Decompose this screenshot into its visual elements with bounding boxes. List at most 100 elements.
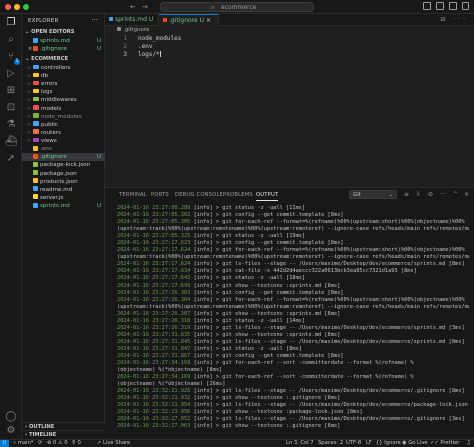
log-line: 2024-01-16 23:32:21.926 [info] > git ls-…: [117, 388, 469, 395]
remote-indicator-icon[interactable]: ⟩⟨: [0, 440, 9, 447]
live-share-indicator[interactable]: ➚ Live Share: [97, 440, 130, 447]
output-channel-select[interactable]: Git ⌄: [349, 190, 397, 199]
tab-sprints-md[interactable]: sprints.md U: [105, 14, 159, 26]
open-editor-item[interactable]: sprints.md U: [22, 37, 105, 45]
tree-item[interactable]: package-lock.json: [22, 161, 105, 169]
open-editors-section[interactable]: ⌄ OPEN EDITORS: [22, 28, 105, 36]
code-line: logs/*: [138, 51, 160, 58]
clear-output-icon[interactable]: ⊘: [428, 191, 433, 198]
close-panel-icon[interactable]: ×: [464, 191, 469, 198]
tree-item[interactable]: › errors: [22, 80, 105, 88]
branch-indicator[interactable]: ⑂ main*: [13, 440, 33, 447]
accounts-icon[interactable]: ◯: [5, 411, 17, 423]
back-arrow-icon[interactable]: ←: [130, 3, 136, 11]
filter-icon[interactable]: ≡: [404, 191, 409, 198]
docker-icon[interactable]: ⛴: [5, 136, 18, 148]
tree-item[interactable]: › models: [22, 105, 105, 113]
tree-item[interactable]: .env: [22, 145, 105, 153]
tab-terminal[interactable]: TERMINAL: [119, 192, 147, 198]
maximize-panel-icon[interactable]: ⌃: [453, 191, 458, 198]
code-editor[interactable]: 1 node_modules 2 .env 3 logs/*: [105, 35, 474, 185]
git-file-icon: [117, 27, 121, 31]
timeline-section[interactable]: › TIMELINE: [22, 430, 105, 438]
breadcrumb[interactable]: .gitignore: [105, 26, 474, 35]
toggle-panel-icon[interactable]: [436, 2, 444, 10]
toggle-primary-sidebar-icon[interactable]: [423, 2, 431, 10]
close-window-button[interactable]: [5, 4, 11, 10]
project-section[interactable]: ⌄ ECOMMERCE: [22, 55, 105, 63]
outline-section[interactable]: › OUTLINE: [22, 422, 105, 430]
log-message: [info] > git status -z -uall [14ms]: [193, 317, 306, 324]
tree-item[interactable]: › controllers: [22, 64, 105, 72]
tree-item[interactable]: › db: [22, 72, 105, 80]
more-actions-icon[interactable]: ···: [440, 191, 446, 198]
tree-item[interactable]: › middlewares: [22, 96, 105, 104]
tree-item[interactable]: readme.md: [22, 186, 105, 194]
tree-item[interactable]: › routers: [22, 129, 105, 137]
explorer-files-icon[interactable]: ❐: [5, 17, 17, 29]
indentation[interactable]: Spaces: 2: [318, 440, 343, 447]
log-line: (upstream:track)%00%(upstream:remotename…: [117, 254, 469, 261]
ports-indicator[interactable]: ⚲ 0: [72, 440, 81, 447]
log-line: 2024-01-16 23:32:27.063 [info] > git sho…: [117, 423, 469, 430]
log-message: [info] > git config --get commit.templat…: [193, 212, 344, 219]
tree-item[interactable]: .gitignore U: [22, 153, 105, 162]
testing-icon[interactable]: ⚗: [5, 119, 17, 131]
tree-item[interactable]: › public: [22, 121, 105, 129]
cursor-position[interactable]: Ln 3, Col 7: [286, 440, 314, 447]
log-message: (upstream:track)%00%(upstream:remotename…: [117, 226, 469, 233]
toggle-secondary-sidebar-icon[interactable]: [449, 2, 457, 10]
tree-item[interactable]: › node_modules: [22, 113, 105, 121]
status-bar: ⟩⟨ ⑂ main* ⟳ ⊗ 0 ⚠ 0 ⚲ 0 ➚ Live Share Ln…: [0, 439, 474, 447]
log-line: 2024-01-16 23:27:31.845 [info] > git ls-…: [117, 339, 469, 346]
tab-problems[interactable]: PROBLEMS: [223, 192, 253, 198]
log-line: 2024-01-16 23:27:34.169 [info] > git for…: [117, 374, 469, 381]
problems-indicator[interactable]: ⊗ 0 ⚠ 0: [47, 440, 68, 447]
tree-item[interactable]: package.json: [22, 170, 105, 178]
maximize-window-button[interactable]: [23, 4, 29, 10]
extensions-icon[interactable]: ⊞: [5, 85, 17, 97]
open-editor-label: sprints.md: [40, 38, 70, 44]
scm-badge: 1: [14, 59, 20, 65]
command-center-search[interactable]: ⌕ ecommerce: [160, 2, 314, 12]
tree-item[interactable]: › logs: [22, 88, 105, 96]
sync-icon[interactable]: ⟳: [38, 440, 42, 447]
language-mode[interactable]: {} Ignore: [376, 440, 401, 447]
file-icon: [33, 153, 38, 159]
more-actions-icon[interactable]: ···: [91, 16, 98, 24]
notifications-bell-icon[interactable]: ♫: [466, 440, 471, 447]
tab-gitignore[interactable]: .gitignore U ×: [159, 14, 219, 26]
prettier-indicator[interactable]: ✓✓ Prettier: [430, 440, 459, 447]
end-of-line[interactable]: LF: [366, 440, 372, 447]
tree-item[interactable]: products.json: [22, 178, 105, 186]
tree-item[interactable]: server.js: [22, 194, 105, 202]
remote-explorer-icon[interactable]: ⊡: [5, 102, 17, 114]
markdown-file-icon: [33, 37, 38, 43]
search-icon[interactable]: ⌕: [5, 34, 17, 46]
go-live-button[interactable]: ◉ Go Live: [402, 440, 428, 447]
tab-debug-console[interactable]: DEBUG CONSOLE: [175, 192, 223, 198]
forward-arrow-icon[interactable]: →: [142, 3, 148, 11]
editor-actions[interactable]: ⊟ ···: [440, 16, 468, 23]
title-bar: ← → ⌕ ecommerce: [0, 0, 474, 14]
encoding[interactable]: UTF-8: [346, 440, 361, 447]
git-status-badge: U: [96, 38, 101, 44]
run-debug-icon[interactable]: ▷: [5, 68, 17, 80]
warning-count: 0: [64, 440, 68, 446]
live-share-icon[interactable]: ➚: [5, 153, 17, 165]
customize-layout-icon[interactable]: [462, 2, 469, 10]
output-log[interactable]: 2024-01-16 23:27:00.289 [info] > git sta…: [117, 205, 469, 431]
branch-name: main*: [17, 440, 34, 446]
folder-icon: [33, 72, 39, 78]
tree-item[interactable]: sprints.md U: [22, 202, 105, 210]
manage-gear-icon[interactable]: ⚙: [5, 425, 17, 437]
lock-scroll-icon[interactable]: ⇩: [416, 191, 421, 198]
source-control-icon[interactable]: ⑂ 1: [5, 51, 20, 65]
tree-item[interactable]: › views: [22, 137, 105, 145]
tab-ports[interactable]: PORTS: [151, 192, 169, 198]
minimize-window-button[interactable]: [14, 4, 20, 10]
open-editor-item[interactable]: × .gitignore U: [22, 45, 105, 53]
log-message: [info] > git status -z -uall [18ms]: [193, 275, 306, 282]
tab-output[interactable]: OUTPUT: [256, 192, 279, 201]
close-icon[interactable]: ×: [206, 17, 211, 24]
